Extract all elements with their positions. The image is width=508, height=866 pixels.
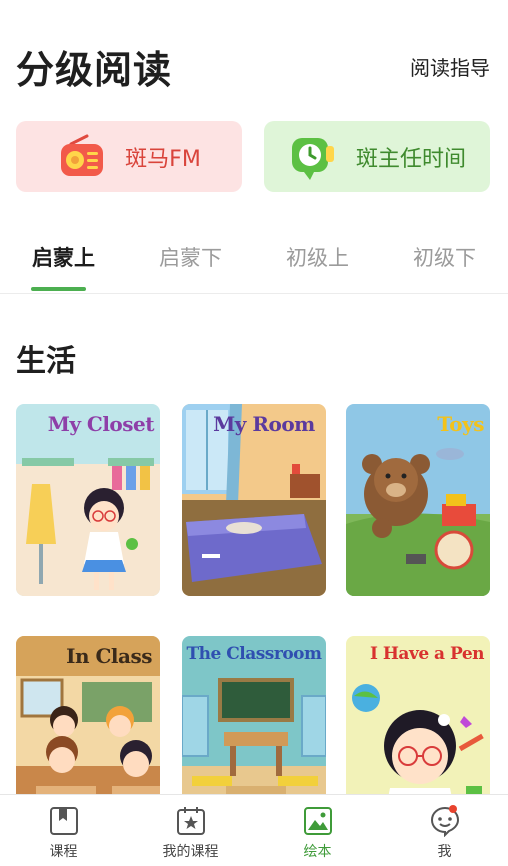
nav-label: 课程 <box>49 844 78 860</box>
teacher-time-card[interactable]: 斑主任时间 <box>264 121 490 192</box>
nav-label: 我的课程 <box>162 844 219 860</box>
book-title: My Closet <box>47 412 155 436</box>
app-screen: 分级阅读 阅读指导 斑马FM 斑主任时间 启蒙上 启蒙下 初级上 初级下 生活 … <box>0 0 508 866</box>
picture-book-icon <box>303 807 332 835</box>
tab-label: 初级上 <box>286 246 349 270</box>
nav-picture-books[interactable]: 绘本 <box>254 795 381 866</box>
calendar-star-icon <box>176 807 205 835</box>
notification-badge <box>449 805 457 813</box>
zebra-fm-label: 斑马FM <box>125 146 201 172</box>
feature-row: 斑马FM 斑主任时间 <box>16 121 490 192</box>
book-card-toys[interactable]: Toys <box>346 404 490 596</box>
tab-label: 启蒙上 <box>32 246 95 270</box>
bookmark-book-icon <box>49 807 78 835</box>
book-title: Toys <box>437 412 484 436</box>
page-title: 分级阅读 <box>16 47 173 92</box>
tab-level-2b[interactable]: 初级下 <box>381 232 508 293</box>
tab-label: 初级下 <box>413 246 476 270</box>
clock-icon <box>288 132 338 182</box>
active-tab-indicator <box>31 287 86 291</box>
nav-label: 我 <box>437 844 452 860</box>
tab-level-2a[interactable]: 初级上 <box>254 232 381 293</box>
header: 分级阅读 阅读指导 <box>16 38 490 94</box>
nav-label: 绘本 <box>303 844 332 860</box>
nav-courses[interactable]: 课程 <box>0 795 127 866</box>
nav-me[interactable]: 我 <box>381 795 508 866</box>
tab-level-1b[interactable]: 启蒙下 <box>127 232 254 293</box>
tab-label: 启蒙下 <box>159 246 222 270</box>
section-title: 生活 <box>16 344 76 379</box>
book-card-my-closet[interactable]: My Closet <box>16 404 160 596</box>
book-title: The Classroom <box>186 644 322 664</box>
book-title: My Room <box>213 412 315 436</box>
nav-my-courses[interactable]: 我的课程 <box>127 795 254 866</box>
tab-level-1a[interactable]: 启蒙上 <box>0 232 127 293</box>
teacher-time-label: 斑主任时间 <box>355 146 466 172</box>
reading-guide-link[interactable]: 阅读指导 <box>410 52 490 81</box>
book-title: I Have a Pen <box>370 644 485 664</box>
book-card-my-room[interactable]: My Room <box>182 404 326 596</box>
zebra-fm-card[interactable]: 斑马FM <box>16 121 242 192</box>
level-tabs: 启蒙上 启蒙下 初级上 初级下 <box>0 232 508 294</box>
book-title: In Class <box>66 644 152 668</box>
bottom-nav: 课程 我的课程 绘本 我 <box>0 794 508 866</box>
radio-icon <box>57 132 107 182</box>
